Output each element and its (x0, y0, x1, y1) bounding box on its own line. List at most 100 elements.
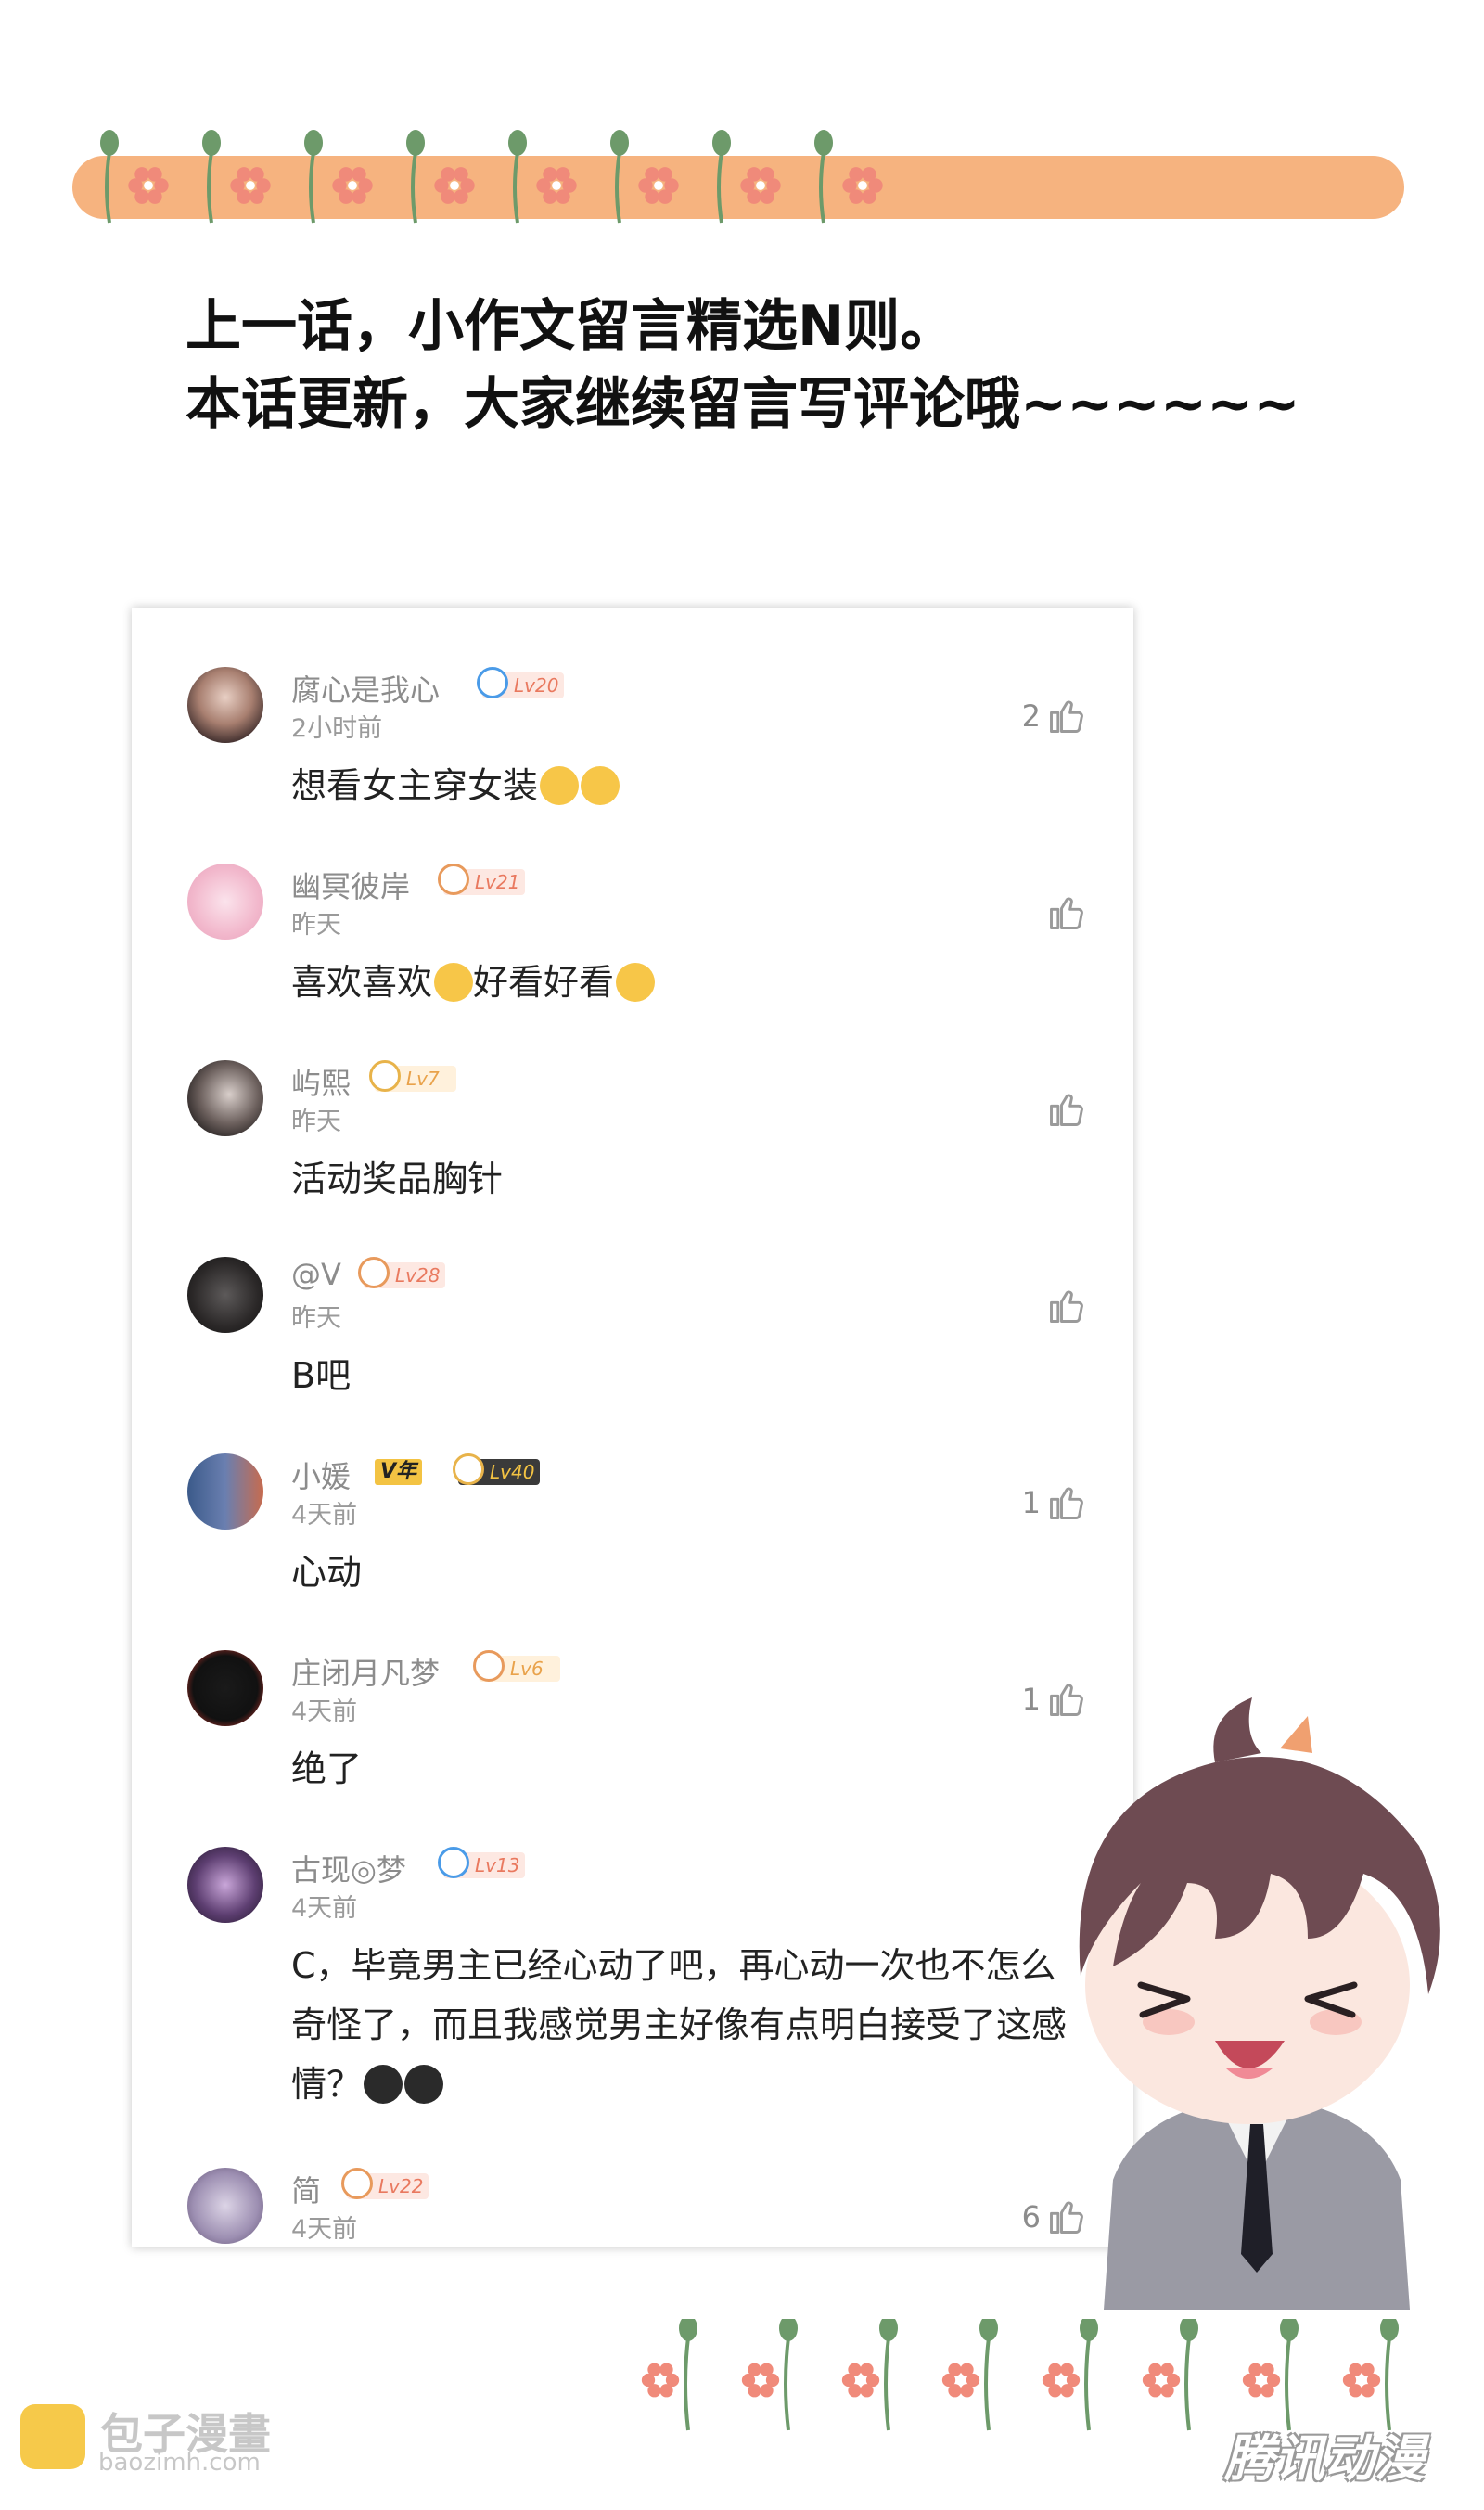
comment-time: 4天前 (291, 1894, 358, 1923)
flower-center (1056, 2376, 1066, 2385)
avatar[interactable] (187, 1257, 263, 1333)
flower-center (756, 2376, 765, 2385)
leaf-stem (309, 151, 315, 224)
comment-text-body: 想看女主穿女装 (291, 765, 539, 806)
leaf-bud (1280, 2319, 1298, 2341)
comment-username[interactable]: 幽冥彼岸 (291, 864, 410, 906)
flower-petal (1060, 2363, 1074, 2376)
like-button[interactable] (1041, 1285, 1087, 1327)
leaf-bud (202, 130, 221, 156)
flower-center (348, 181, 357, 190)
avatar[interactable] (187, 1650, 263, 1726)
flower-petal (1349, 2363, 1362, 2376)
like-button[interactable] (1041, 1088, 1087, 1131)
level-icon (438, 864, 469, 895)
leaf-bud (100, 130, 119, 156)
avatar[interactable] (187, 1060, 263, 1136)
leaf-bud (610, 130, 629, 156)
like-count: 2 (1021, 698, 1041, 734)
flower-center (450, 181, 459, 190)
comment-text: 活动奖品胸针 (291, 1159, 504, 1199)
flower-petal (948, 2363, 962, 2376)
comment-username[interactable]: @V (291, 1257, 341, 1292)
comment-text-part-1: 喜欢喜欢 (291, 962, 433, 1003)
avatar[interactable] (187, 1847, 263, 1923)
flower-center (1157, 2376, 1166, 2385)
flower-petal (1260, 2384, 1274, 2398)
leaf-bud (406, 130, 425, 156)
avatar[interactable] (187, 1453, 263, 1530)
flower-petal (1160, 2363, 1174, 2376)
leaf-bud (1180, 2319, 1198, 2341)
like-button[interactable] (1041, 891, 1087, 934)
avatar[interactable] (187, 667, 263, 743)
flower-petal (249, 189, 264, 204)
comment-text: 喜欢喜欢 好看好看 (291, 953, 1070, 1012)
leaf-stem (784, 2337, 790, 2431)
leaf-stem (1084, 2337, 1091, 2431)
flower-center (552, 181, 561, 190)
flower-petal (352, 167, 366, 182)
thumbs-up-icon (1050, 897, 1083, 929)
comment-username[interactable]: 腐心是我心 (291, 667, 440, 710)
leaf-bud (304, 130, 323, 156)
leaf-stem (1285, 2337, 1291, 2431)
flower-petal (747, 167, 761, 182)
flower-center (654, 181, 663, 190)
leaf-stem (717, 151, 723, 224)
flower-petal (862, 167, 876, 182)
leaf-bud (879, 2319, 898, 2341)
avatar[interactable] (187, 2168, 263, 2244)
comment-text: 想看女主穿女装 (291, 756, 1070, 815)
sunglasses-face-icon (364, 2065, 403, 2104)
leaf-bud (779, 2319, 798, 2341)
like-button[interactable]: 2 (1022, 695, 1087, 737)
flower-petal (658, 167, 672, 182)
flower-center (656, 2376, 665, 2385)
comment-time: 昨天 (291, 1304, 341, 1333)
comment-username[interactable]: 小媛 (291, 1453, 351, 1496)
comment-panel: 腐心是我心 Lv20 2小时前 想看女主穿女装 2 幽冥彼岸 Lv21 昨天 喜… (132, 608, 1133, 2247)
kiss-face-icon (434, 963, 474, 1002)
flower-petal (860, 2363, 874, 2376)
thumbs-up-icon (1050, 1487, 1083, 1519)
flower-petal (454, 189, 468, 204)
like-button[interactable]: 1 (1022, 1481, 1087, 1524)
flower-petal (454, 167, 468, 182)
leaf-bud (1080, 2319, 1098, 2341)
flower-petal (960, 2363, 974, 2376)
comment-username[interactable]: 古现◎梦 (291, 1847, 406, 1889)
level-icon (358, 1257, 390, 1288)
comment-time: 2小时前 (291, 714, 383, 743)
leaf-stem (1385, 2337, 1391, 2431)
thumbs-up-icon (1050, 1290, 1083, 1323)
avatar[interactable] (187, 864, 263, 940)
comment-time: 4天前 (291, 1697, 358, 1726)
flower-petal (339, 167, 353, 182)
flower-center (956, 2376, 966, 2385)
watermark-url: baozimh.com (98, 2449, 261, 2477)
flower-petal (760, 189, 774, 204)
flower-center (756, 181, 765, 190)
comment-username[interactable]: 屿熙 (291, 1060, 351, 1103)
flower-petal (1361, 2363, 1375, 2376)
leaf-bud (1380, 2319, 1399, 2341)
leaf-stem (207, 151, 213, 224)
flower-petal (1160, 2384, 1174, 2398)
comment-username[interactable]: 简 (291, 2168, 321, 2210)
comment-username[interactable]: 庄闭月凡梦 (291, 1650, 440, 1693)
flower-petal (1361, 2384, 1375, 2398)
flower-petal (659, 2384, 673, 2398)
level-icon (473, 1650, 505, 1682)
flower-petal (848, 2363, 862, 2376)
leaf-stem (105, 151, 111, 224)
comment-time: 4天前 (291, 1501, 358, 1530)
leaf-bud (814, 130, 833, 156)
flower-petal (147, 167, 162, 182)
leaf-bud (508, 130, 527, 156)
leaf-bud (679, 2319, 697, 2341)
flower-petal (748, 2363, 761, 2376)
headline-line-1: 上一话，小作文留言精选N则。 (186, 294, 956, 359)
flower-center (1257, 2376, 1266, 2385)
leaf-stem (684, 2337, 690, 2431)
